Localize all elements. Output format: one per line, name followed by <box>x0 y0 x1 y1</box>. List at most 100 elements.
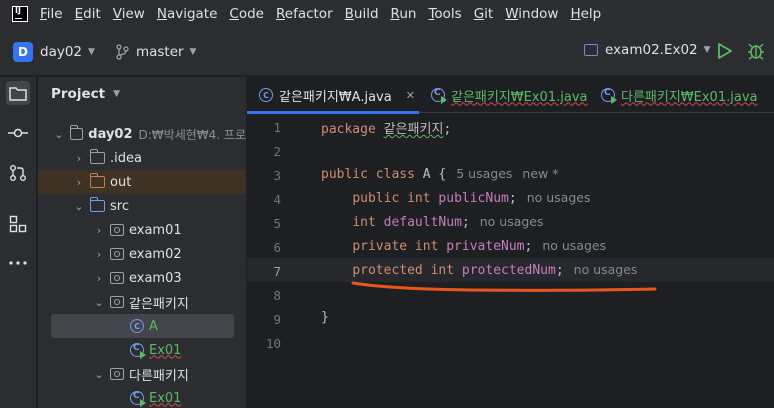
class-icon: C <box>259 88 273 102</box>
editor-tab[interactable]: 같은패키지₩Ex01.java <box>419 77 589 113</box>
tree-item-day02[interactable]: ⌄ day02 D:₩박세현₩4. 프로 <box>38 122 246 146</box>
tree-item-path: D:₩박세현₩4. 프로 <box>138 127 246 142</box>
source-folder-icon <box>90 197 105 212</box>
package-icon <box>110 296 124 308</box>
intellij-logo-icon[interactable] <box>12 6 28 22</box>
chevron-right-icon[interactable]: › <box>94 224 104 237</box>
package-icon <box>110 368 124 380</box>
menu-run[interactable]: Run <box>391 6 417 22</box>
debug-bug-icon[interactable] <box>746 41 766 61</box>
runnable-class-icon <box>130 391 146 407</box>
tree-item-label: Ex01 <box>149 390 182 406</box>
menu-window[interactable]: Window <box>505 6 558 22</box>
runnable-class-icon <box>431 88 447 104</box>
tab-label: 다른패키지₩Ex01.java <box>621 89 758 105</box>
tree-item-Ex01[interactable]: Ex01 <box>38 338 246 362</box>
more-tools-icon[interactable] <box>6 251 30 275</box>
line-number: 8 <box>273 288 281 303</box>
commit-tool-icon[interactable] <box>6 121 30 145</box>
line-number: 4 <box>273 192 281 207</box>
tree-item-Ex01[interactable]: Ex01 <box>38 386 246 408</box>
run-config-label: exam02.Ex02 <box>605 42 698 58</box>
line-number: 6 <box>273 240 281 255</box>
code-line-5[interactable]: int defaultNum; no usages <box>321 214 543 230</box>
usages-hint: no usages <box>542 238 607 253</box>
line-number: 5 <box>273 216 281 231</box>
line-number: 9 <box>273 312 281 327</box>
line-number: 2 <box>273 144 281 159</box>
chevron-down-icon[interactable]: ⌄ <box>74 200 84 213</box>
menu-navigate[interactable]: Navigate <box>157 6 218 22</box>
structure-tool-icon[interactable] <box>6 212 30 236</box>
tree-item-exam03[interactable]: › exam03 <box>38 266 246 290</box>
tree-item-A[interactable]: CA <box>51 314 234 338</box>
tree-item-같은패키지[interactable]: ⌄ 같은패키지 <box>38 290 246 314</box>
chevron-right-icon[interactable]: › <box>74 176 84 189</box>
chevron-down-icon[interactable]: ▼ <box>113 89 120 99</box>
menu-build[interactable]: Build <box>345 6 379 22</box>
author-hint: new * <box>522 166 559 181</box>
menu-refactor[interactable]: Refactor <box>276 6 333 22</box>
tree-item-exam02[interactable]: › exam02 <box>38 242 246 266</box>
runnable-class-icon <box>130 343 146 359</box>
tree-item-label: 다른패키지 <box>129 368 189 384</box>
chevron-right-icon[interactable]: › <box>94 272 104 285</box>
editor-tab[interactable]: C 같은패키지₩A.java ✕ <box>247 77 419 114</box>
editor-tab[interactable]: 다른패키지₩Ex01.java <box>589 77 774 113</box>
tree-item-다른패키지[interactable]: ⌄ 다른패키지 <box>38 362 246 386</box>
code-editor: C 같은패키지₩A.java ✕ 같은패키지₩Ex01.java 다른패키지₩Ex01.… <box>247 77 774 408</box>
menu-git[interactable]: Git <box>474 6 494 22</box>
annotation-underline <box>351 281 657 292</box>
menu-bar: File Edit View Navigate Code Refactor Build Run… <box>0 0 774 28</box>
code-line-1[interactable]: package 같은패키지; <box>321 118 451 137</box>
chevron-right-icon[interactable]: › <box>94 248 104 261</box>
code-line-9[interactable]: } <box>321 310 329 325</box>
class-icon: C <box>130 319 144 333</box>
code-line-4[interactable]: public int publicNum; no usages <box>321 190 590 206</box>
chevron-down-icon: ▼ <box>703 45 711 55</box>
tree-item-.idea[interactable]: › .idea <box>38 146 246 170</box>
chevron-down-icon[interactable]: ▼ <box>88 47 95 57</box>
project-name-dropdown[interactable]: day02 <box>40 44 82 60</box>
tree-item-label: out <box>110 174 132 190</box>
git-branch-dropdown[interactable]: master <box>136 44 184 60</box>
usages-hint: no usages <box>573 262 638 277</box>
menu-file[interactable]: File <box>40 6 63 22</box>
chevron-down-icon[interactable]: ▼ <box>190 47 197 57</box>
editor-tab-bar: C 같은패키지₩A.java ✕ 같은패키지₩Ex01.java 다른패키지₩Ex01.… <box>247 77 774 114</box>
tool-window-strip <box>0 77 37 408</box>
tree-item-label: A <box>149 318 158 334</box>
code-line-7[interactable]: protected int protectedNum; no usages <box>321 262 637 278</box>
menu-help[interactable]: Help <box>570 6 601 22</box>
project-badge-icon[interactable]: D <box>13 41 33 62</box>
menu-view[interactable]: View <box>113 6 145 22</box>
close-icon[interactable]: ✕ <box>406 89 415 102</box>
code-line-3[interactable]: public class A {5 usages new * <box>321 166 558 182</box>
chevron-right-icon[interactable]: › <box>74 152 84 165</box>
menu-tools[interactable]: Tools <box>428 6 461 22</box>
project-panel-header[interactable]: Project ▼ <box>51 86 120 102</box>
project-tool-icon[interactable] <box>6 81 30 105</box>
chevron-down-icon[interactable]: ⌄ <box>94 368 104 381</box>
chevron-down-icon[interactable]: ⌄ <box>94 296 104 309</box>
menu-items: File Edit View Navigate Code Refactor Build Run… <box>40 6 613 22</box>
pull-requests-icon[interactable] <box>6 161 30 185</box>
run-icon[interactable] <box>717 42 733 60</box>
line-number: 1 <box>273 120 281 135</box>
git-branch-icon[interactable] <box>115 43 129 60</box>
line-number-gutter: 1 2 3 4 5 6 7 8 9 10 <box>247 113 307 408</box>
tree-item-out[interactable]: › out <box>38 170 246 194</box>
tree-item-label: exam02 <box>129 246 182 262</box>
tree-item-src[interactable]: ⌄ src <box>38 194 246 218</box>
tree-item-exam01[interactable]: › exam01 <box>38 218 246 242</box>
tab-label: 같은패키지₩A.java <box>279 89 392 105</box>
run-configuration-selector[interactable]: exam02.Ex02 ▼ <box>584 42 711 58</box>
chevron-down-icon[interactable]: ⌄ <box>54 128 63 141</box>
panel-title: Project <box>51 86 106 102</box>
code-line-6[interactable]: private int privateNum; no usages <box>321 238 606 254</box>
menu-code[interactable]: Code <box>229 6 264 22</box>
menu-edit[interactable]: Edit <box>75 6 101 22</box>
tree-item-label: 같은패키지 <box>129 296 189 312</box>
tree-item-label: day02 <box>88 126 133 142</box>
package-icon <box>110 224 124 236</box>
